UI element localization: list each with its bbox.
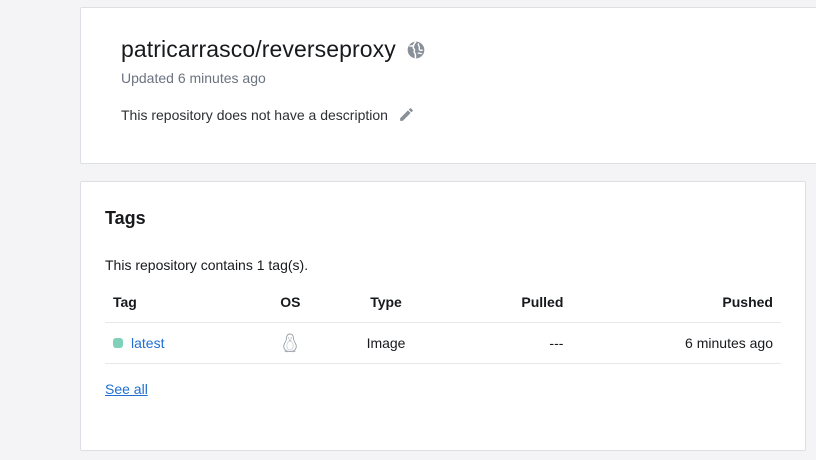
tags-card: Tags This repository contains 1 tag(s). … [80, 181, 806, 451]
tags-heading: Tags [105, 208, 146, 228]
tag-status-dot [113, 338, 123, 348]
tags-table-header: Tag OS Type Pulled Pushed [105, 282, 781, 323]
type-cell: Image [323, 322, 449, 364]
tags-table: Tag OS Type Pulled Pushed latest Image -… [105, 282, 781, 364]
tag-link-latest[interactable]: latest [131, 335, 164, 351]
table-row: latest Image --- 6 minutes ago [105, 322, 781, 364]
repository-header-card: patricarrasco/reverseproxy Updated 6 min… [80, 7, 816, 164]
tags-count-text: This repository contains 1 tag(s). [105, 257, 309, 273]
see-all-link[interactable]: See all [105, 381, 148, 397]
column-header-pulled[interactable]: Pulled [448, 282, 564, 323]
tag-cell: latest [105, 322, 257, 364]
pushed-cell: 6 minutes ago [563, 322, 781, 364]
pulled-cell: --- [448, 322, 564, 364]
column-header-tag[interactable]: Tag [105, 282, 257, 323]
globe-icon [406, 40, 426, 60]
repository-description: This repository does not have a descript… [121, 106, 388, 123]
column-header-type[interactable]: Type [323, 282, 449, 323]
repository-title-row: patricarrasco/reverseproxy [121, 36, 426, 63]
repository-description-row: This repository does not have a descript… [121, 106, 415, 123]
os-cell [256, 322, 324, 364]
repository-name: patricarrasco/reverseproxy [121, 36, 396, 62]
linux-icon [281, 333, 299, 353]
pencil-icon[interactable] [398, 106, 415, 123]
column-header-os[interactable]: OS [256, 282, 324, 323]
column-header-pushed[interactable]: Pushed [563, 282, 781, 323]
repository-updated-time: Updated 6 minutes ago [121, 70, 266, 86]
